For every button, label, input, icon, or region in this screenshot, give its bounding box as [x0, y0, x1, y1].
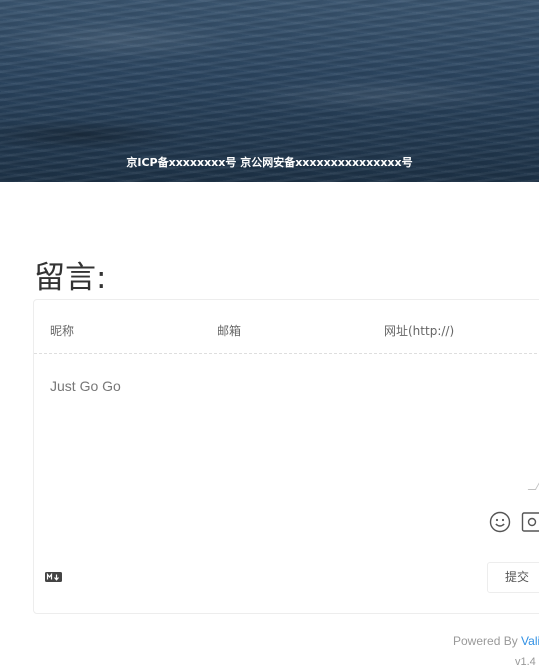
submit-button[interactable]: 提交 [487, 562, 539, 593]
ocean-banner: 京ICP备xxxxxxxx号 京公网安备xxxxxxxxxxxxxxx号 [0, 0, 539, 182]
nickname-field[interactable]: 昵称 [50, 322, 74, 339]
valine-link[interactable]: Valine [521, 634, 539, 648]
preview-icon[interactable] [521, 511, 539, 533]
comment-textarea[interactable]: Just Go Go [50, 378, 121, 394]
comment-panel: 昵称 邮箱 网址(http://) Just Go Go 提交 [33, 299, 539, 614]
smiley-icon[interactable] [489, 511, 511, 533]
powered-prefix: Powered By [453, 634, 522, 648]
comment-fields-row: 昵称 邮箱 网址(http://) [34, 300, 539, 354]
comment-heading: 留言: [34, 260, 107, 296]
website-field[interactable]: 网址(http://) [384, 322, 454, 339]
resize-handle[interactable] [527, 482, 539, 490]
version-label: v1.4 [515, 656, 536, 668]
icp-record-text: 京ICP备xxxxxxxx号 京公网安备xxxxxxxxxxxxxxx号 [126, 156, 413, 169]
email-field[interactable]: 邮箱 [217, 322, 241, 339]
powered-by: Powered By Valine [453, 634, 539, 648]
markdown-icon [45, 569, 62, 582]
